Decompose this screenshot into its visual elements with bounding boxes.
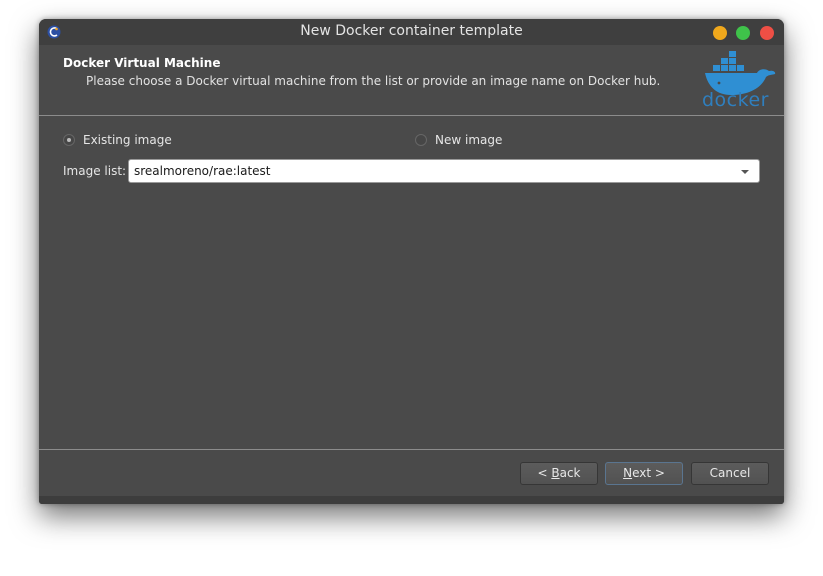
back-button-label: ack — [559, 466, 581, 480]
image-list-label: Image list: — [63, 164, 127, 178]
next-button-label: ext > — [632, 466, 665, 480]
window-bottom-edge — [39, 496, 784, 504]
new-image-label[interactable]: New image — [435, 133, 502, 147]
back-button-mnemonic: B — [551, 466, 560, 480]
wizard-header: Docker Virtual Machine Please choose a D… — [39, 45, 784, 115]
close-button[interactable] — [760, 26, 774, 40]
minimize-button[interactable] — [713, 26, 727, 40]
header-separator — [39, 115, 784, 116]
new-image-radio[interactable] — [415, 134, 427, 146]
title-bar[interactable]: New Docker container template — [39, 19, 784, 45]
image-list-dropdown[interactable]: srealmoreno/rae:latest — [128, 159, 760, 183]
existing-image-label[interactable]: Existing image — [83, 133, 172, 147]
docker-logo-text: docker — [702, 89, 769, 111]
page-title: Docker Virtual Machine — [63, 56, 221, 70]
chevron-down-icon[interactable] — [741, 170, 749, 174]
back-button-prefix: < — [537, 466, 552, 480]
footer-separator — [39, 449, 784, 450]
maximize-button[interactable] — [736, 26, 750, 40]
existing-image-radio[interactable] — [63, 134, 75, 146]
window-title: New Docker container template — [300, 23, 523, 39]
back-button[interactable]: < Back — [520, 462, 598, 485]
cancel-button[interactable]: Cancel — [691, 462, 769, 485]
dialog-window: New Docker container template Docker Vir… — [39, 19, 784, 504]
page-description: Please choose a Docker virtual machine f… — [86, 74, 661, 88]
cancel-button-label: Cancel — [709, 466, 751, 480]
next-button-mnemonic: N — [623, 466, 633, 480]
image-list-value: srealmoreno/rae:latest — [134, 164, 271, 178]
next-button[interactable]: Next > — [605, 462, 683, 485]
